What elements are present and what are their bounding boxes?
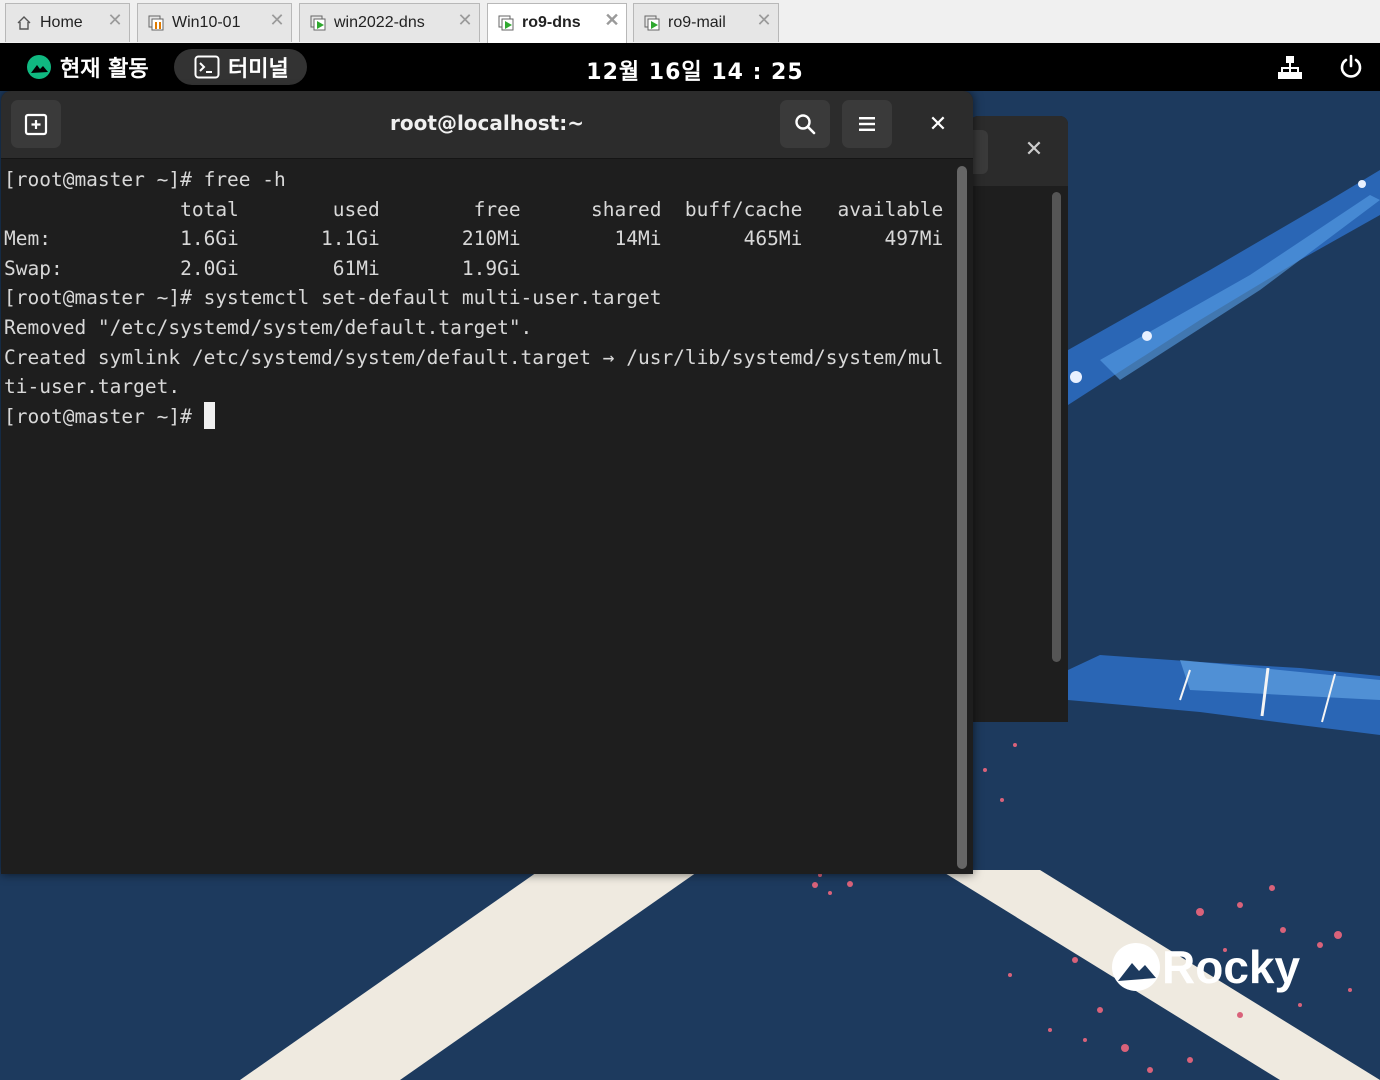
tab-home[interactable]: Home ✕ — [5, 3, 130, 42]
vm-tab-bar: Home ✕ Win10-01 ✕ win2022-dns ✕ ro9-dns … — [0, 0, 1380, 44]
background-window-close-icon[interactable]: ✕ — [1022, 138, 1046, 162]
app-menu-terminal[interactable]: 터미널 — [174, 49, 307, 85]
menu-button[interactable] — [842, 100, 892, 148]
terminal-body[interactable]: [root@master ~]# free -h total used free… — [1, 159, 951, 874]
background-terminal-window[interactable]: ✕ — [970, 116, 1068, 722]
activities-label: 현재 활동 — [60, 57, 149, 82]
app-menu-label: 터미널 — [228, 57, 289, 82]
terminal-prompt: [root@master ~]# — [4, 404, 204, 428]
rocky-wordmark: Rocky — [1112, 941, 1300, 993]
search-icon — [795, 114, 816, 135]
terminal-line: ti-user.target. — [4, 375, 181, 399]
vm-running-icon — [310, 15, 326, 31]
tab-label: Home — [40, 14, 83, 31]
terminal-scrollbar[interactable] — [957, 166, 967, 869]
terminal-icon — [194, 55, 220, 79]
terminal-line: Swap: 2.0Gi 61Mi 1.9Gi — [4, 256, 521, 280]
close-window-button[interactable]: ✕ — [914, 100, 962, 148]
tab-close-icon[interactable]: ✕ — [107, 11, 123, 29]
tab-close-icon[interactable]: ✕ — [269, 11, 285, 29]
tab-label: Win10-01 — [172, 14, 241, 31]
tab-ro9-dns[interactable]: ro9-dns ✕ — [487, 3, 627, 43]
tab-label: ro9-dns — [522, 14, 581, 31]
terminal-output[interactable]: [root@master ~]# free -h total used free… — [4, 165, 943, 431]
terminal-window[interactable]: root@localhost:~ ✕ [root@master ~]# free… — [1, 91, 973, 874]
power-icon[interactable] — [1338, 54, 1364, 80]
tab-label: win2022-dns — [334, 14, 425, 31]
text-cursor — [203, 401, 215, 429]
terminal-line: [root@master ~]# free -h — [4, 168, 286, 191]
rocky-logo-icon — [27, 55, 51, 79]
terminal-line: total used free shared buff/cache availa… — [4, 197, 944, 221]
tab-ro9-mail[interactable]: ro9-mail ✕ — [633, 3, 779, 42]
hamburger-menu-icon — [859, 117, 875, 131]
rocky-wordmark-text: Rocky — [1162, 941, 1300, 993]
new-tab-button[interactable] — [11, 100, 61, 148]
terminal-header-bar[interactable]: root@localhost:~ ✕ — [1, 91, 973, 159]
vm-running-icon — [498, 15, 514, 31]
terminal-line: Created symlink /etc/systemd/system/defa… — [4, 345, 944, 369]
tab-close-icon[interactable]: ✕ — [457, 11, 473, 29]
gnome-top-bar: 현재 활동 터미널 12월 16일 14 : 25 — [0, 43, 1380, 91]
tab-win2022-dns[interactable]: win2022-dns ✕ — [299, 3, 480, 42]
background-window-scrollbar[interactable] — [1052, 192, 1061, 662]
activities-button[interactable]: 현재 활동 — [26, 52, 149, 82]
tab-win10-01[interactable]: Win10-01 ✕ — [137, 3, 292, 42]
search-button[interactable] — [780, 100, 830, 148]
vm-running-icon — [644, 15, 660, 31]
terminal-line: Mem: 1.6Gi 1.1Gi 210Mi 14Mi 465Mi 497Mi — [4, 227, 944, 251]
home-icon — [17, 16, 31, 30]
close-icon: ✕ — [928, 111, 948, 137]
new-tab-icon — [24, 113, 48, 136]
tab-close-icon[interactable]: ✕ — [756, 11, 772, 29]
terminal-line: Removed "/etc/systemd/system/default.tar… — [4, 315, 533, 339]
network-wired-icon[interactable] — [1278, 55, 1302, 79]
terminal-line: [root@master ~]# systemctl set-default m… — [4, 286, 662, 310]
vm-paused-icon — [148, 15, 164, 31]
tab-close-icon[interactable]: ✕ — [604, 11, 620, 29]
tab-label: ro9-mail — [668, 14, 726, 31]
clock[interactable]: 12월 16일 14 : 25 — [540, 54, 850, 86]
